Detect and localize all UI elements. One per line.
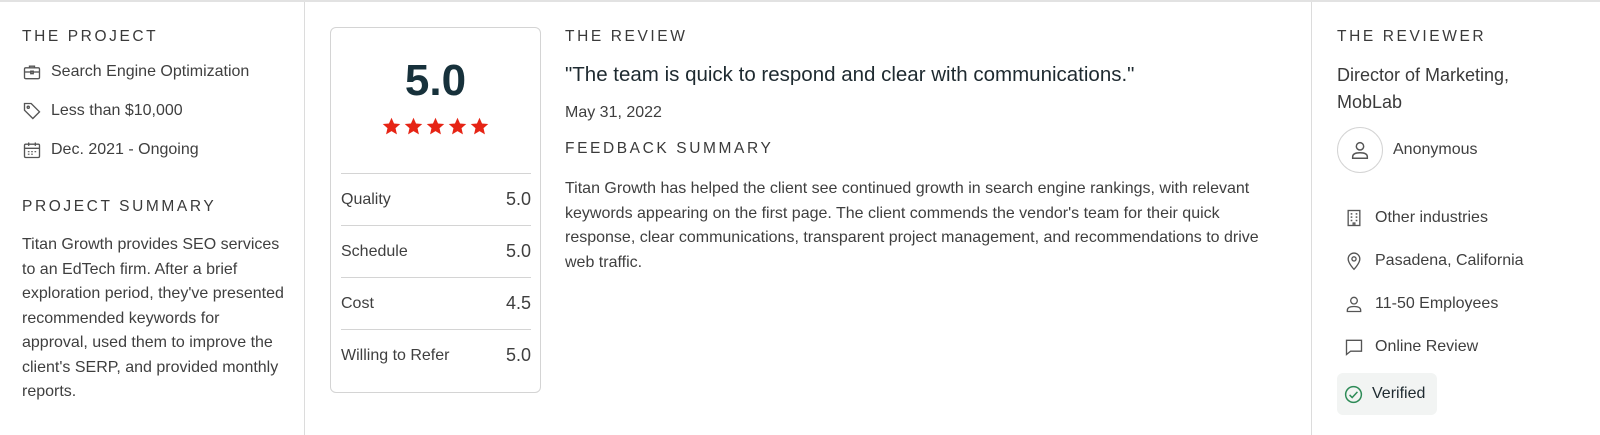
project-budget: Less than $10,000 [22,101,183,121]
reviewer-company-size: 11-50 Employees [1344,294,1498,314]
rating-row-refer: Willing to Refer 5.0 [341,329,531,381]
review-quote: "The team is quick to respond and clear … [565,63,1135,86]
rating-card: 5.0 Quality 5.0 Schedule 5.0 Cost 4.5 Wi… [330,27,541,393]
rating-value: 4.5 [505,293,531,313]
rating-label: Cost [341,294,374,312]
star-icon [404,117,423,135]
map-pin-icon [1347,252,1361,271]
reviewer-identity: Anonymous [1337,127,1478,173]
rating-value: 5.0 [505,241,531,261]
review-date: May 31, 2022 [565,104,662,121]
review-heading: THE REVIEW [565,28,688,45]
project-summary: Titan Growth provides SEO services to an… [22,236,284,400]
project-service: Search Engine Optimization [22,62,249,82]
reviewer-heading: THE REVIEWER [1337,28,1487,45]
calendar-icon [23,142,41,159]
rating-value: 5.0 [505,345,531,365]
rating-row-schedule: Schedule 5.0 [341,225,531,277]
project-timeline: Dec. 2021 - Ongoing [22,140,199,160]
briefcase-icon [23,65,41,80]
project-service-label: Search Engine Optimization [51,63,250,80]
rating-row-cost: Cost 4.5 [341,277,531,329]
project-budget-label: Less than $10,000 [51,102,183,119]
price-tag-icon [23,102,41,120]
project-timeline-label: Dec. 2021 - Ongoing [51,141,199,158]
reviewer-location-label: Pasadena, California [1375,252,1524,269]
star-icon [448,117,467,135]
reviewer-review-type: Online Review [1344,337,1478,357]
reviewer-company-size-label: 11-50 Employees [1375,295,1499,312]
rating-label: Schedule [341,242,408,260]
check-circle-icon [1344,385,1363,403]
project-summary-heading: PROJECT SUMMARY [22,198,217,215]
rating-row-quality: Quality 5.0 [341,173,531,225]
star-icon [470,117,489,135]
rating-value: 5.0 [505,189,531,209]
reviewer-name: Anonymous [1393,141,1478,158]
reviewer-industry: Other industries [1344,208,1488,228]
rating-label: Willing to Refer [341,346,450,364]
reviewer-industry-label: Other industries [1375,209,1488,226]
verified-badge: Verified [1337,373,1438,415]
verified-label: Verified [1372,385,1426,402]
reviewer-location: Pasadena, California [1344,251,1524,271]
person-icon [1346,296,1362,313]
reviewer-title: Director of Marketing, MobLab [1337,65,1510,112]
project-heading: THE PROJECT [22,28,159,45]
star-rating [331,116,540,137]
star-icon [426,117,445,135]
building-icon [1347,209,1361,227]
chat-bubble-icon [1345,339,1363,356]
user-icon [1351,141,1369,159]
feedback-summary: Titan Growth has helped the client see c… [565,180,1259,271]
rating-label: Quality [341,190,391,208]
avatar [1337,127,1383,173]
overall-score: 5.0 [404,56,467,105]
feedback-summary-heading: FEEDBACK SUMMARY [565,140,774,157]
reviewer-review-type-label: Online Review [1375,338,1479,355]
star-icon [382,117,401,135]
